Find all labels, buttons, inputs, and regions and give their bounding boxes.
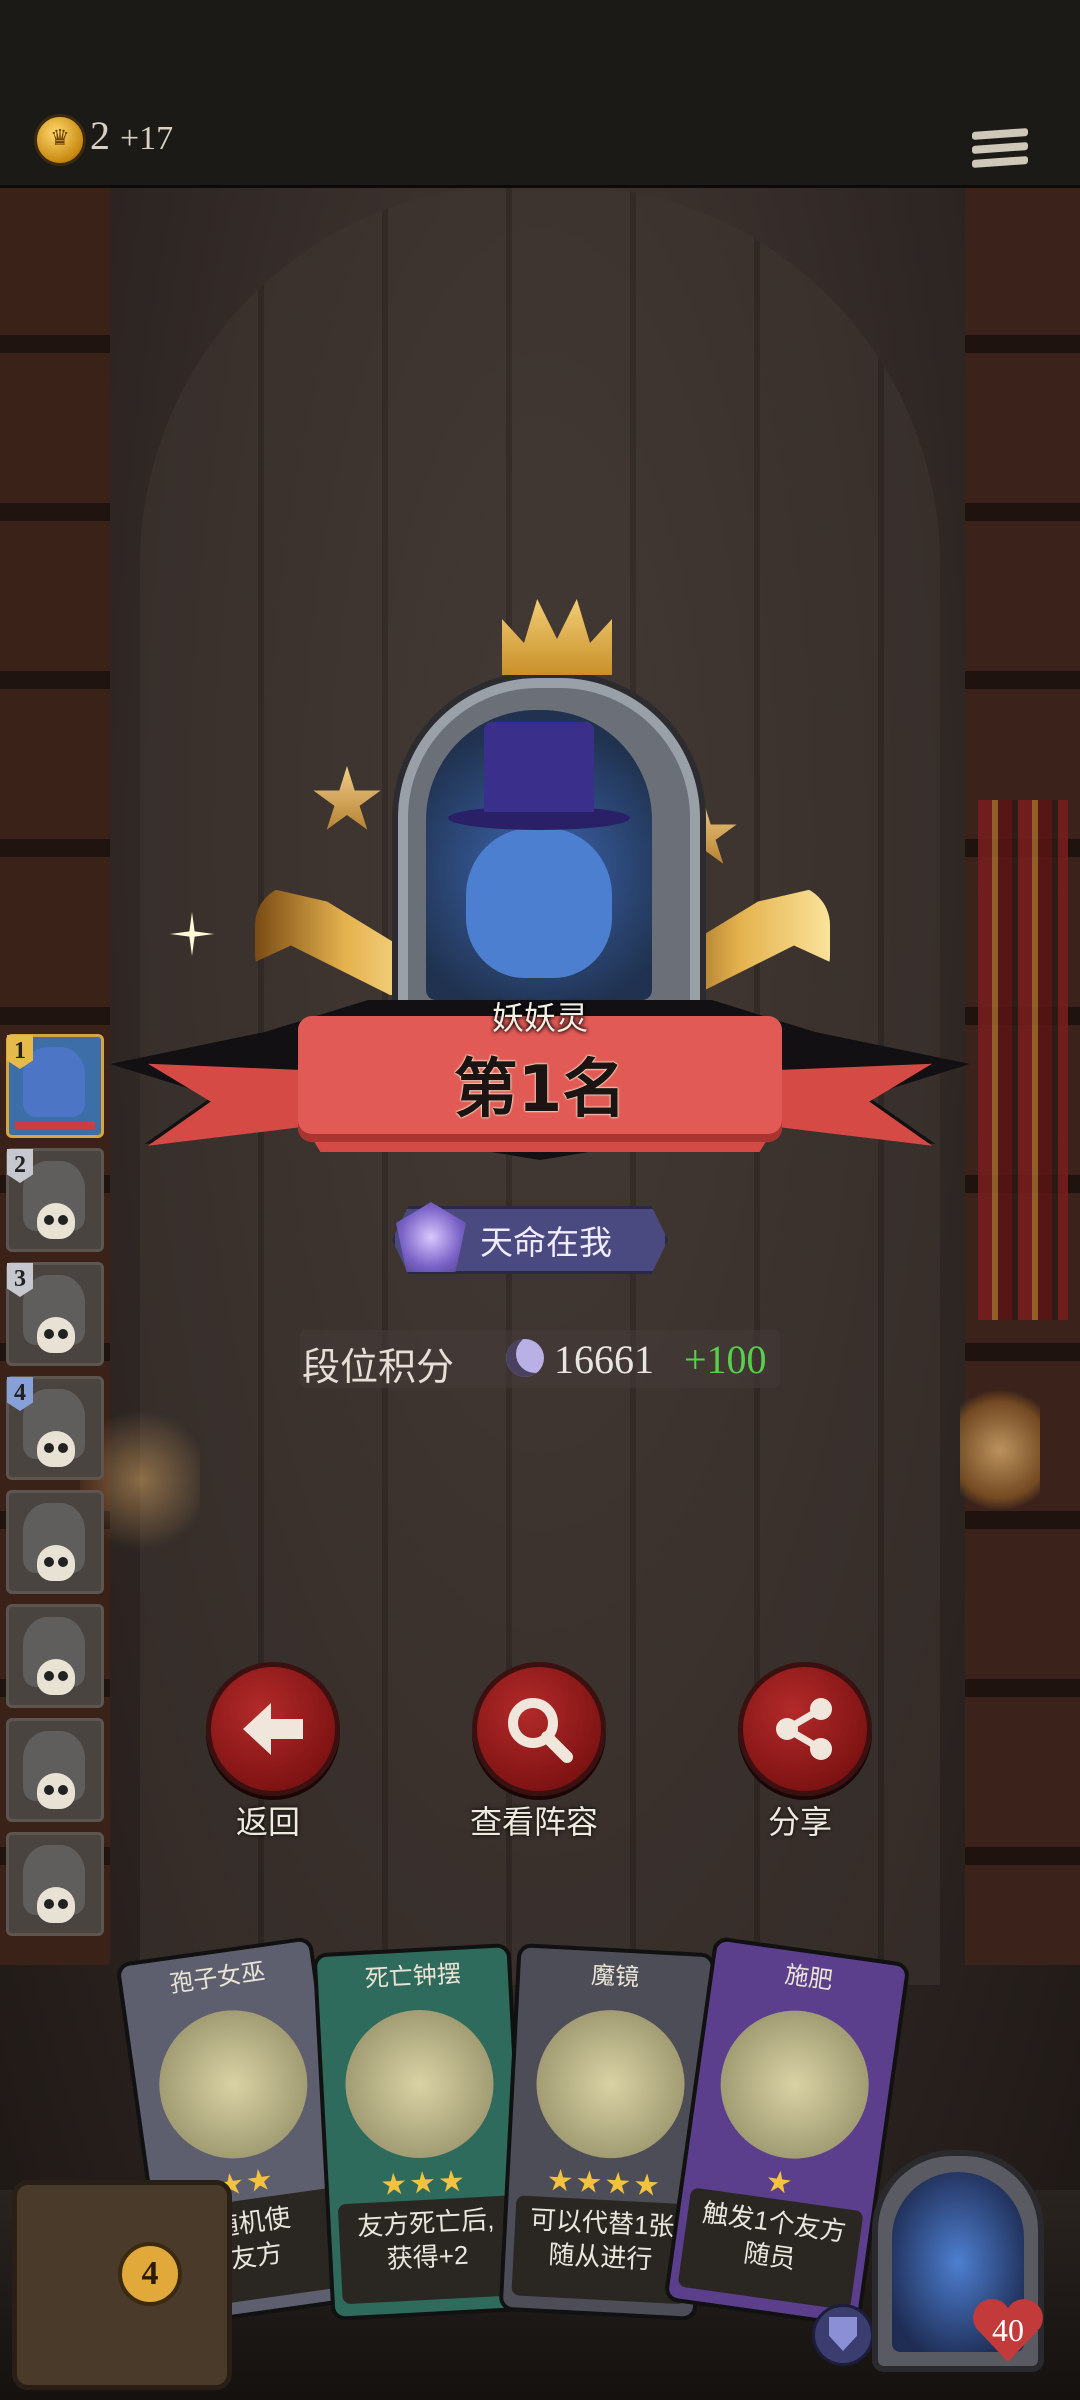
card-art: [711, 2001, 879, 2169]
shield-icon[interactable]: [812, 2304, 874, 2366]
hero-name: 妖妖灵: [491, 1000, 588, 1036]
score-label: 段位积分: [302, 1347, 455, 1389]
card-description: 友方死亡后, 获得+2: [356, 2204, 496, 2274]
share-button[interactable]: [738, 1662, 872, 1796]
rank-slot-3[interactable]: 3: [6, 1262, 104, 1366]
game-screen: ♛ 2 +17 1 2 3 4 妖妖灵 第1名 天命在我 段位积分 16661 …: [0, 0, 1080, 2400]
rank-slot-5[interactable]: [6, 1490, 104, 1594]
achievement-label: 天命在我: [480, 1224, 612, 1261]
hero-portrait-frame: [398, 678, 700, 1038]
rank-slot-7[interactable]: [6, 1718, 104, 1822]
hero-portrait: [426, 710, 652, 1000]
view-lineup-label: 查看阵容: [469, 1804, 598, 1840]
card-art: [532, 2006, 689, 2162]
share-icon: [776, 1698, 832, 1760]
skull-icon: [37, 1317, 75, 1353]
rank-slot-8[interactable]: [6, 1832, 104, 1936]
card-art: [149, 2000, 317, 2168]
card-art: [341, 2006, 498, 2162]
rank-slot-2[interactable]: 2: [6, 1148, 104, 1252]
crown-coin-icon: ♛: [34, 114, 86, 166]
score-value: 16661: [554, 1337, 654, 1382]
magnifier-icon: [508, 1698, 573, 1763]
gold-counter: 2 +17: [90, 112, 173, 159]
top-hat: [484, 722, 594, 812]
hero-face: [466, 828, 612, 978]
card-name: 死亡钟摆: [364, 1960, 462, 1993]
skull-icon: [37, 1203, 75, 1239]
skull-icon: [37, 1773, 75, 1809]
card-name: 魔镜: [590, 1961, 640, 1992]
rank-slot-6[interactable]: [6, 1604, 104, 1708]
skull-icon: [37, 1545, 75, 1581]
rank-slot-4[interactable]: 4: [6, 1376, 104, 1480]
share-label: 分享: [767, 1804, 832, 1840]
card-description: 可以代替1张 随从进行: [529, 2204, 676, 2275]
lamp-right: [960, 1380, 1040, 1520]
skull-icon: [37, 1431, 75, 1467]
back-label: 返回: [235, 1804, 300, 1840]
top-bar: ♛ 2 +17: [0, 0, 1080, 188]
hero-health: 40: [992, 2312, 1024, 2348]
skull-icon: [37, 1659, 75, 1695]
score-change: +100: [684, 1337, 767, 1382]
view-lineup-button[interactable]: [472, 1662, 606, 1796]
card-death-pendulum[interactable]: 死亡钟摆 ★★★ 友方死亡后, 获得+2: [312, 1943, 530, 2321]
moon-rank-icon: [506, 1339, 544, 1377]
back-button[interactable]: [206, 1662, 340, 1796]
tavern-level-badge: 4: [118, 2242, 182, 2306]
skull-icon: [37, 1887, 75, 1923]
arrow-left-icon: [243, 1703, 303, 1755]
gold-bonus: +17: [120, 120, 174, 157]
placement-title: 第1名: [453, 1053, 627, 1127]
gold-amount: 2: [90, 113, 110, 158]
hamburger-menu-icon[interactable]: [972, 124, 1028, 174]
